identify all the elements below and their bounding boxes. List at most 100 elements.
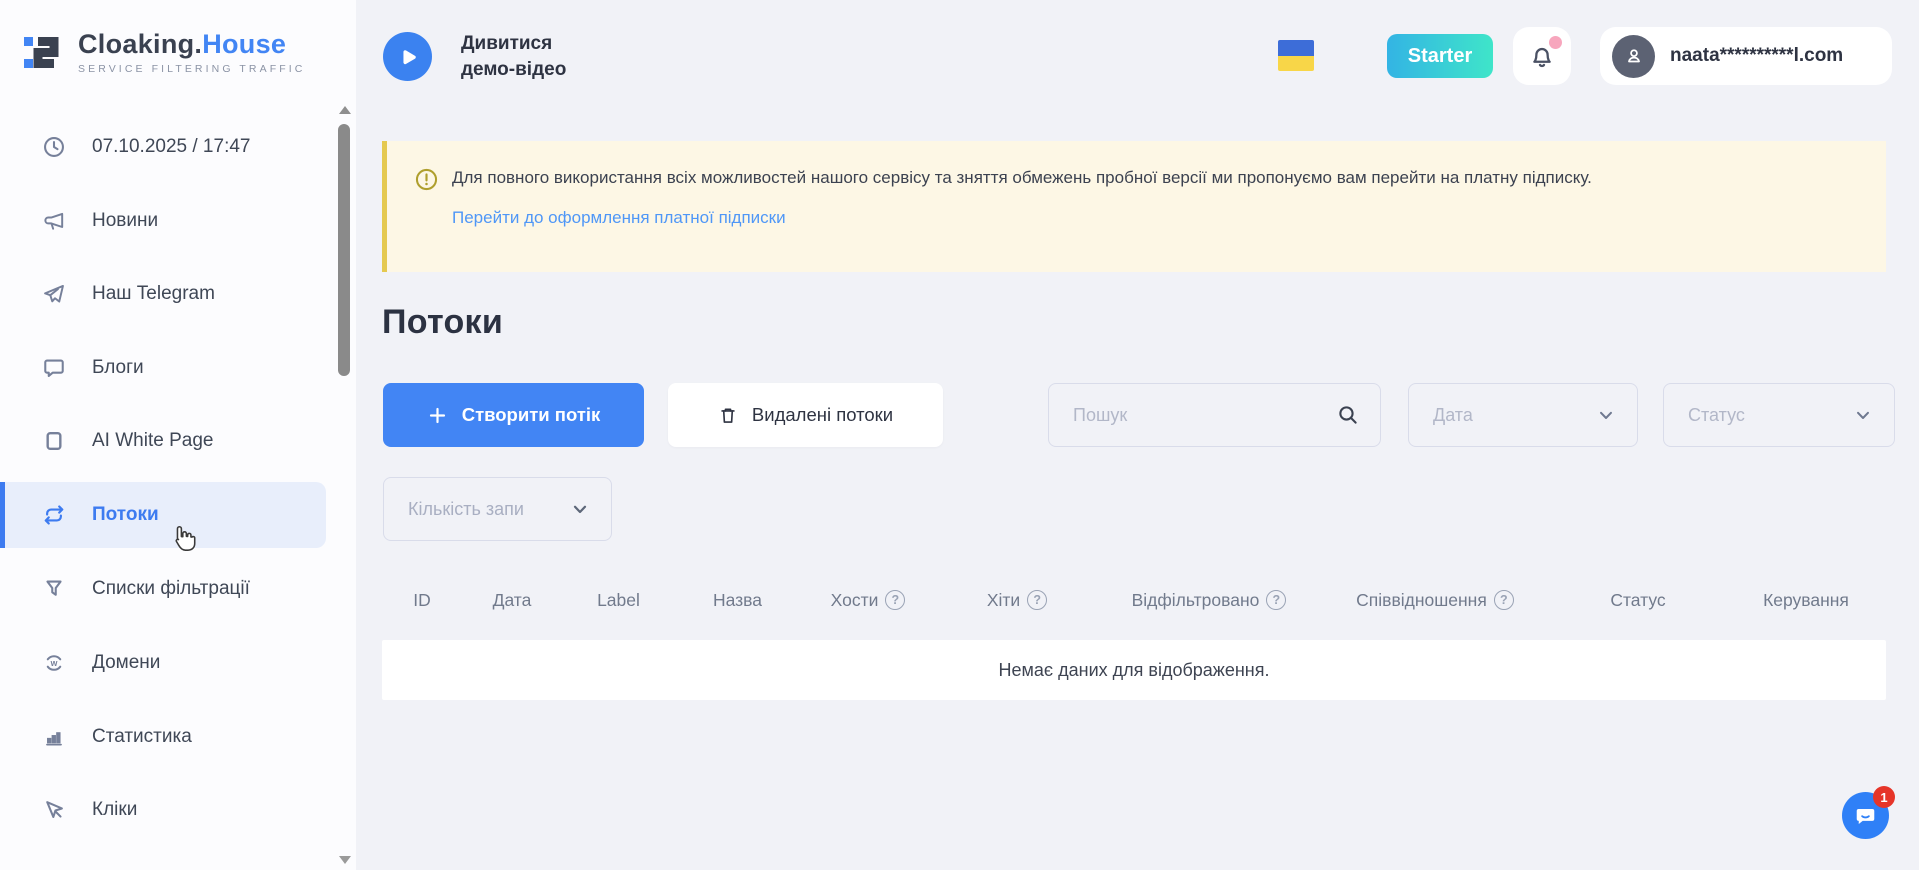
search-field[interactable]: [1048, 383, 1381, 447]
page-icon: [42, 429, 66, 453]
help-icon[interactable]: ?: [1266, 590, 1286, 610]
notification-dot: [1549, 36, 1562, 49]
logo-title: Cloaking.House: [78, 31, 305, 58]
create-flow-button[interactable]: Створити потік: [383, 383, 644, 447]
sidebar-item-label: AI White Page: [92, 430, 213, 452]
chevron-down-icon: [1852, 404, 1874, 426]
sidebar-item-flows[interactable]: Потоки: [0, 482, 326, 548]
avatar: [1612, 35, 1655, 78]
warning-icon: [414, 167, 439, 192]
language-flag-ukraine[interactable]: [1278, 40, 1314, 71]
notifications-button[interactable]: [1513, 27, 1571, 85]
column-header-hits: Хіти?: [936, 590, 1098, 611]
column-header-status: Статус: [1550, 590, 1726, 611]
sidebar-item-label: Домени: [92, 652, 160, 674]
help-icon[interactable]: ?: [1494, 590, 1514, 610]
column-header-id: ID: [382, 590, 462, 611]
sidebar-item-statistics[interactable]: Статистика: [0, 713, 326, 761]
sidebar-item-label: Кліки: [92, 799, 137, 821]
sidebar-item-label: 07.10.2025 / 17:47: [92, 136, 250, 158]
search-icon[interactable]: [1336, 403, 1360, 427]
page-title: Потоки: [382, 303, 503, 342]
stats-icon: [42, 725, 66, 749]
logo[interactable]: Cloaking.House SERVICE FILTERING TRAFFIC: [24, 28, 305, 78]
chevron-down-icon: [1595, 404, 1617, 426]
deleted-flows-label: Видалені потоки: [752, 404, 893, 426]
column-label: Label: [597, 590, 640, 611]
sidebar-item-domains[interactable]: w Домени: [0, 639, 326, 687]
chevron-down-icon: [569, 498, 591, 520]
plan-badge[interactable]: Starter: [1387, 34, 1493, 78]
table-empty-state: Немає даних для відображення.: [382, 640, 1886, 700]
chat-widget-icon: [1852, 802, 1879, 829]
column-header-name: Назва: [675, 590, 800, 611]
sidebar-item-filter-lists[interactable]: Списки фільтрації: [0, 565, 326, 613]
hand-cursor-icon: [168, 524, 200, 558]
trial-warning-banner: Для повного використання всіх можливосте…: [382, 141, 1886, 272]
logo-subtitle: SERVICE FILTERING TRAFFIC: [78, 63, 305, 75]
sidebar-item-clicks[interactable]: Кліки: [0, 786, 326, 834]
date-filter-dropdown[interactable]: Дата: [1408, 383, 1638, 447]
demo-video-label[interactable]: Дивитися демо-відео: [461, 31, 566, 82]
column-label: Керування: [1763, 590, 1849, 611]
scrollbar-thumb[interactable]: [338, 124, 350, 376]
deleted-flows-button[interactable]: Видалені потоки: [668, 383, 943, 447]
help-icon[interactable]: ?: [1027, 590, 1047, 610]
telegram-icon: [42, 282, 66, 306]
column-label: Відфільтровано: [1132, 590, 1260, 611]
loop-icon: [42, 503, 66, 527]
sidebar-item-label: Блоги: [92, 357, 144, 379]
sidebar-scrollbar[interactable]: [337, 100, 353, 864]
per-page-dropdown[interactable]: Кількість запи: [383, 477, 612, 541]
column-label: Хости: [831, 590, 879, 611]
sidebar-item-label: Статистика: [92, 726, 192, 748]
user-account-button[interactable]: naata**********l.com: [1600, 27, 1892, 85]
column-header-hosts: Хости?: [800, 590, 936, 611]
create-flow-label: Створити потік: [462, 404, 601, 426]
sidebar-item-blogs[interactable]: Блоги: [0, 344, 326, 392]
sidebar: Cloaking.House SERVICE FILTERING TRAFFIC…: [0, 0, 356, 870]
help-icon[interactable]: ?: [885, 590, 905, 610]
domain-icon: w: [42, 651, 66, 675]
sidebar-item-telegram[interactable]: Наш Telegram: [0, 270, 326, 318]
sidebar-item-ai-white-page[interactable]: AI White Page: [0, 417, 326, 465]
play-icon: [397, 46, 419, 68]
column-label: Назва: [713, 590, 762, 611]
person-icon: [1622, 44, 1646, 68]
status-filter-dropdown[interactable]: Статус: [1663, 383, 1895, 447]
cloaking-house-logo-icon: [24, 28, 66, 78]
chat-unread-badge: 1: [1873, 786, 1895, 808]
sidebar-item-news[interactable]: Новини: [0, 197, 326, 245]
column-label: Дата: [493, 590, 532, 611]
logo-title-dark: Cloaking.: [78, 29, 202, 59]
scrollbar-up-arrow-icon[interactable]: [339, 106, 351, 114]
column-header-filtered: Відфільтровано?: [1098, 590, 1320, 611]
column-header-label: Label: [562, 590, 675, 611]
column-header-date: Дата: [462, 590, 562, 611]
trash-icon: [718, 405, 738, 426]
banner-text: Для повного використання всіх можливосте…: [452, 165, 1796, 191]
sidebar-item-label: Новини: [92, 210, 158, 232]
subscription-link[interactable]: Перейти до оформлення платної підписки: [452, 208, 786, 228]
scrollbar-down-arrow-icon[interactable]: [339, 856, 351, 864]
funnel-icon: [42, 577, 66, 601]
user-email: naata**********l.com: [1670, 45, 1843, 67]
clock-icon: [42, 135, 66, 159]
date-filter-label: Дата: [1433, 405, 1473, 426]
flows-table-header: ID Дата Label Назва Хости? Хіти? Відфіль…: [382, 575, 1886, 625]
chat-bubble-icon: [42, 356, 66, 380]
cursor-icon: [42, 798, 66, 822]
svg-text:w: w: [50, 658, 58, 668]
demo-video-play-button[interactable]: [383, 32, 432, 81]
column-header-actions: Керування: [1726, 590, 1886, 611]
column-label: Хіти: [987, 590, 1020, 611]
column-label: Співвідношення: [1356, 590, 1487, 611]
column-header-ratio: Співвідношення?: [1320, 590, 1550, 611]
sidebar-item-datetime: 07.10.2025 / 17:47: [0, 123, 326, 171]
sidebar-item-label: Потоки: [92, 504, 159, 526]
logo-title-blue: House: [202, 29, 286, 59]
search-input[interactable]: [1073, 405, 1336, 426]
sidebar-item-label: Списки фільтрації: [92, 578, 250, 600]
megaphone-icon: [42, 209, 66, 233]
support-chat-button[interactable]: 1: [1842, 792, 1889, 839]
